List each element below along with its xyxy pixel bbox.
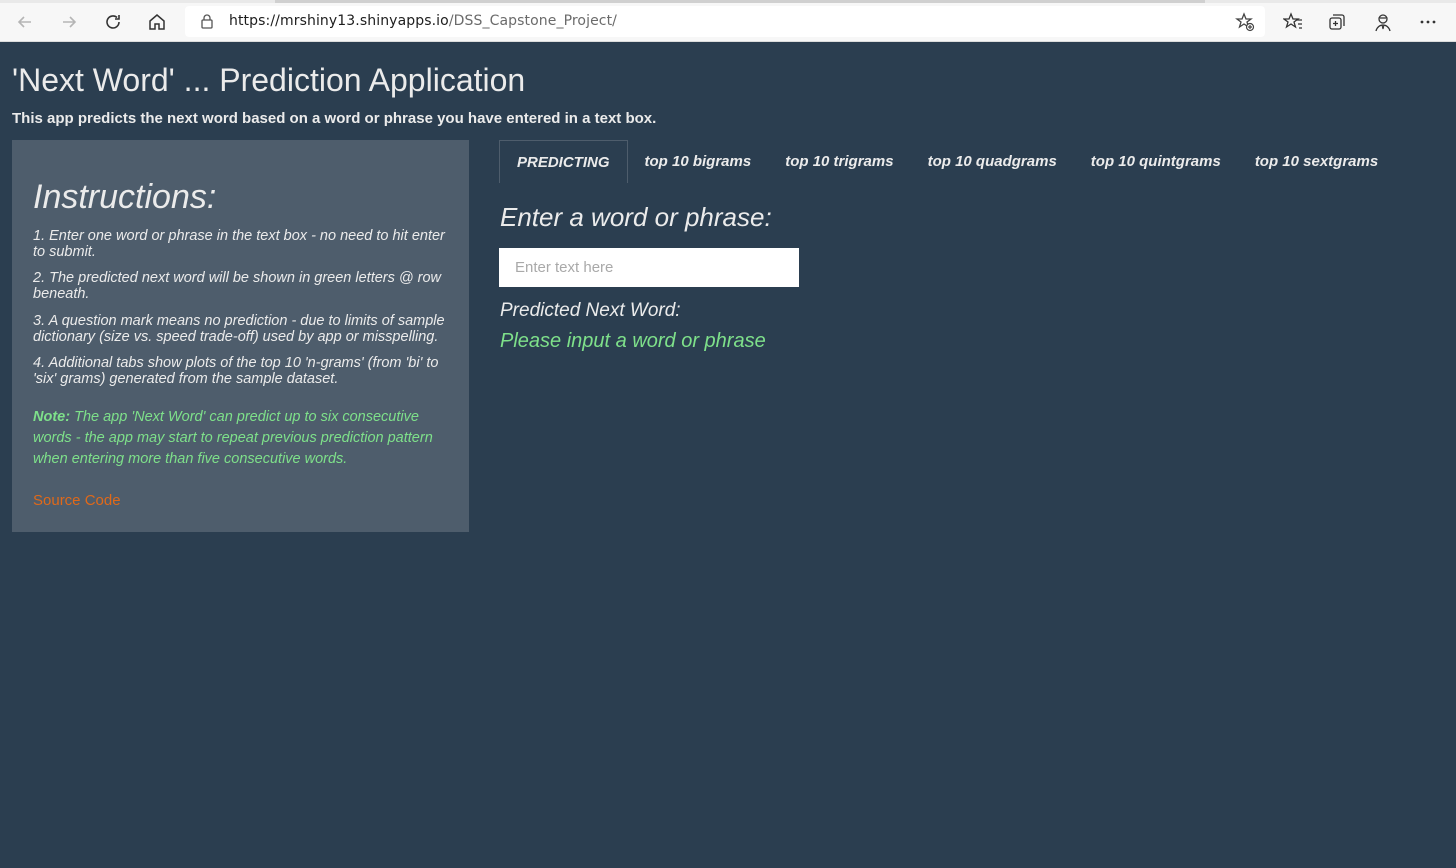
tab-quadgrams[interactable]: top 10 quadgrams (911, 140, 1074, 183)
predicted-word: Please input a word or phrase (500, 330, 766, 352)
favorites-button[interactable] (1281, 10, 1305, 34)
url-text[interactable]: https://mrshiny13.shinyapps.io/DSS_Capst… (229, 13, 617, 29)
instructions-panel: Instructions: 1. Enter one word or phras… (12, 140, 469, 532)
page-title: 'Next Word' ... Prediction Application (12, 62, 526, 98)
collections-button[interactable] (1325, 10, 1349, 34)
home-icon (149, 14, 165, 30)
address-bar[interactable]: https://mrshiny13.shinyapps.io/DSS_Capst… (185, 6, 1265, 37)
tab-predicting[interactable]: PREDICTING (499, 140, 628, 183)
input-label: Enter a word or phrase: (500, 202, 772, 232)
tab-trigrams[interactable]: top 10 trigrams (768, 140, 910, 183)
back-button[interactable] (11, 8, 39, 36)
source-code-link[interactable]: Source Code (33, 492, 121, 509)
home-button[interactable] (143, 8, 171, 36)
page-subtitle: This app predicts the next word based on… (12, 110, 657, 127)
url-path: /DSS_Capstone_Project/ (448, 13, 617, 29)
tab-strip-edge (0, 0, 1456, 3)
more-menu-button[interactable] (1416, 10, 1440, 34)
refresh-button[interactable] (99, 8, 127, 36)
instruction-item: 4. Additional tabs show plots of the top… (33, 355, 439, 387)
arrow-right-icon (63, 16, 77, 28)
predicted-label: Predicted Next Word: (500, 300, 681, 321)
note-label: Note: (33, 409, 71, 425)
favorites-star-icon (1283, 12, 1302, 29)
refresh-icon (106, 15, 120, 29)
tab-quintgrams[interactable]: top 10 quintgrams (1074, 140, 1238, 183)
instruction-item: 3. A question mark means no prediction -… (33, 313, 445, 345)
note-body: The app 'Next Word' can predict up to si… (33, 409, 433, 467)
tab-bar: PREDICTING top 10 bigrams top 10 trigram… (499, 140, 1395, 183)
tab-bigrams[interactable]: top 10 bigrams (628, 140, 769, 183)
profile-button[interactable] (1371, 10, 1395, 34)
lock-icon[interactable] (199, 13, 215, 29)
forward-button[interactable] (55, 8, 83, 36)
browser-toolbar: https://mrshiny13.shinyapps.io/DSS_Capst… (0, 0, 1456, 42)
add-favorite-icon[interactable] (1235, 12, 1255, 32)
instruction-item: 1. Enter one word or phrase in the text … (33, 228, 445, 260)
instruction-item: 2. The predicted next word will be shown… (33, 270, 442, 302)
arrow-left-icon (17, 16, 31, 28)
instructions-heading: Instructions: (33, 178, 217, 216)
ellipsis-icon (1420, 20, 1436, 24)
collections-icon (1329, 14, 1345, 30)
url-host: https://mrshiny13.shinyapps.io (229, 13, 449, 29)
avatar-icon (1375, 14, 1391, 32)
tab-sextgrams[interactable]: top 10 sextgrams (1238, 140, 1395, 183)
note-text: Note: The app 'Next Word' can predict up… (33, 407, 453, 470)
word-phrase-input[interactable] (499, 248, 799, 287)
